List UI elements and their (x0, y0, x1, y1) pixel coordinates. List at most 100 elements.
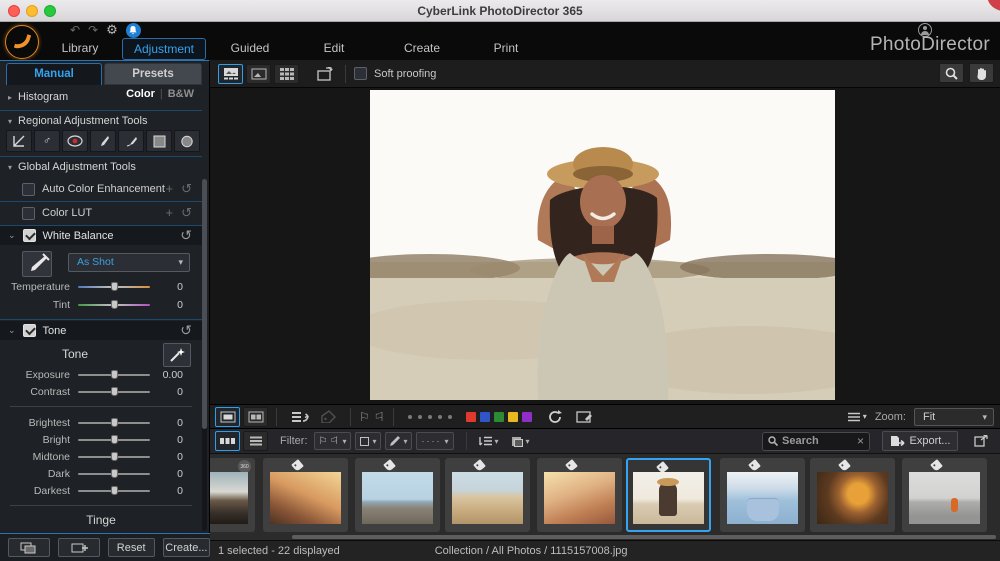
settings-gear-icon[interactable]: ⚙ (106, 22, 118, 38)
viewer-single-icon[interactable] (246, 64, 271, 84)
temperature-slider[interactable] (78, 286, 150, 288)
sort-order-icon[interactable]: ▾ (475, 432, 503, 450)
white-balance-header[interactable]: ⌄ White Balance ↺ (0, 226, 202, 245)
histogram-color-toggle[interactable]: Color (126, 88, 155, 100)
thumbnail-woman-hat-selected[interactable] (626, 458, 711, 532)
keyword-tag-icon[interactable] (321, 410, 336, 423)
rotate-photo-icon[interactable] (548, 410, 562, 424)
edit-in-icon[interactable] (576, 410, 593, 423)
view-single-icon[interactable] (215, 407, 240, 427)
tab-edit[interactable]: Edit (306, 38, 362, 60)
flag-reject-icon[interactable]: ⚐ (374, 410, 385, 424)
white-balance-dropper-icon[interactable] (22, 251, 52, 277)
color-tag-purple[interactable] (522, 412, 532, 422)
slider-handle[interactable] (111, 486, 118, 495)
tab-library[interactable]: Library (48, 38, 112, 60)
spot-removal-icon[interactable]: ♂ (34, 130, 60, 152)
add-preset-icon[interactable]: + (166, 205, 174, 221)
gradient-mask-icon[interactable] (146, 130, 172, 152)
contrast-slider[interactable] (78, 391, 150, 393)
thumbnail-group-selfie[interactable] (537, 458, 622, 532)
auto-tone-wand-icon[interactable] (163, 343, 191, 367)
filmstrip-view-icon[interactable] (215, 431, 240, 451)
tab-manual[interactable]: Manual (6, 63, 102, 85)
thumbnail-coffee[interactable] (810, 458, 895, 532)
histogram-section[interactable]: ▸ Histogram Color|B&W (0, 88, 202, 106)
reset-icon[interactable]: ↺ (181, 205, 192, 221)
radial-filter-icon[interactable] (174, 130, 200, 152)
slider-handle[interactable] (111, 469, 118, 478)
thumbnail-size-icon[interactable]: ▾ (507, 432, 534, 450)
slider-handle[interactable] (111, 452, 118, 461)
brightest-slider[interactable] (78, 422, 150, 424)
reset-button[interactable]: Reset (108, 538, 155, 557)
thumbnail-classic-car[interactable] (355, 458, 440, 532)
tint-slider[interactable] (78, 304, 150, 306)
view-options-icon[interactable]: ▾ (847, 412, 867, 422)
open-external-icon[interactable] (970, 431, 992, 451)
slider-handle[interactable] (111, 387, 118, 396)
crop-rotate-icon[interactable] (6, 130, 32, 152)
main-photo[interactable] (370, 90, 835, 400)
color-tag-yellow[interactable] (508, 412, 518, 422)
tone-checkbox[interactable] (23, 324, 36, 337)
slider-handle[interactable] (111, 300, 118, 309)
color-lut-checkbox[interactable] (22, 207, 35, 220)
regional-tools-section[interactable]: ▾ Regional Adjustment Tools (0, 113, 202, 129)
tab-adjustment[interactable]: Adjustment (122, 38, 206, 60)
slider-handle[interactable] (111, 435, 118, 444)
color-tag-red[interactable] (466, 412, 476, 422)
redo-icon[interactable]: ↷ (88, 23, 98, 37)
zoom-tool-icon[interactable] (939, 63, 964, 83)
white-balance-preset-select[interactable]: As Shot ▾ (68, 253, 190, 272)
star-rating[interactable] (408, 415, 452, 419)
slider-handle[interactable] (111, 370, 118, 379)
clear-search-icon[interactable]: × (857, 434, 864, 448)
reset-icon[interactable]: ↺ (180, 322, 192, 339)
tab-guided[interactable]: Guided (218, 38, 282, 60)
edge-brush-icon[interactable] (118, 130, 144, 152)
filmstrip-scrollbar[interactable] (292, 535, 996, 539)
darkest-slider[interactable] (78, 490, 150, 492)
histogram-bw-toggle[interactable]: B&W (168, 88, 194, 100)
stack-photos-icon[interactable] (291, 410, 309, 424)
midtone-slider[interactable] (78, 456, 150, 458)
slider-handle[interactable] (111, 282, 118, 291)
panel-scrollbar[interactable] (202, 179, 207, 531)
white-balance-checkbox[interactable] (23, 229, 36, 242)
slider-handle[interactable] (111, 418, 118, 427)
pan-hand-icon[interactable] (969, 63, 994, 83)
flag-pick-icon[interactable]: ⚐ (359, 410, 370, 424)
apply-adjustments-icon[interactable] (58, 538, 100, 557)
rotate-canvas-icon[interactable] (312, 64, 337, 84)
auto-color-checkbox[interactable] (22, 183, 35, 196)
thumbnail-family-beach[interactable] (445, 458, 530, 532)
tab-create[interactable]: Create (392, 38, 452, 60)
dark-slider[interactable] (78, 473, 150, 475)
adjustment-brush-icon[interactable] (90, 130, 116, 152)
create-preset-button[interactable]: Create... (163, 538, 210, 557)
thumbnail-couple-beach[interactable] (263, 458, 348, 532)
flag-filter-button[interactable]: ⚐⚐ ▾ (314, 432, 352, 450)
exposure-slider[interactable] (78, 374, 150, 376)
add-preset-icon[interactable]: + (166, 181, 174, 197)
bright-slider[interactable] (78, 439, 150, 441)
soft-proofing-checkbox[interactable] (354, 67, 367, 80)
reset-icon[interactable]: ↺ (180, 227, 192, 244)
viewer-single-with-filmstrip-icon[interactable] (218, 64, 243, 84)
color-filter-button[interactable]: ▾ (355, 432, 381, 450)
notification-bell-icon[interactable] (126, 23, 141, 38)
list-view-icon[interactable] (243, 431, 268, 451)
rating-filter-button[interactable]: ···· ▾ (416, 432, 453, 450)
export-button[interactable]: Export... (882, 431, 958, 451)
viewer-grid-icon[interactable] (274, 64, 299, 84)
tone-header[interactable]: ⌄ Tone ↺ (0, 321, 202, 340)
global-tools-section[interactable]: ▾ Global Adjustment Tools (0, 159, 202, 175)
tinge-section-label[interactable]: Tinge (0, 513, 202, 529)
tab-print[interactable]: Print (478, 38, 534, 60)
color-tag-green[interactable] (494, 412, 504, 422)
color-tag-blue[interactable] (480, 412, 490, 422)
tab-presets[interactable]: Presets (104, 63, 202, 85)
undo-icon[interactable]: ↶ (70, 23, 80, 37)
thumbnail-winter-beach[interactable] (902, 458, 987, 532)
